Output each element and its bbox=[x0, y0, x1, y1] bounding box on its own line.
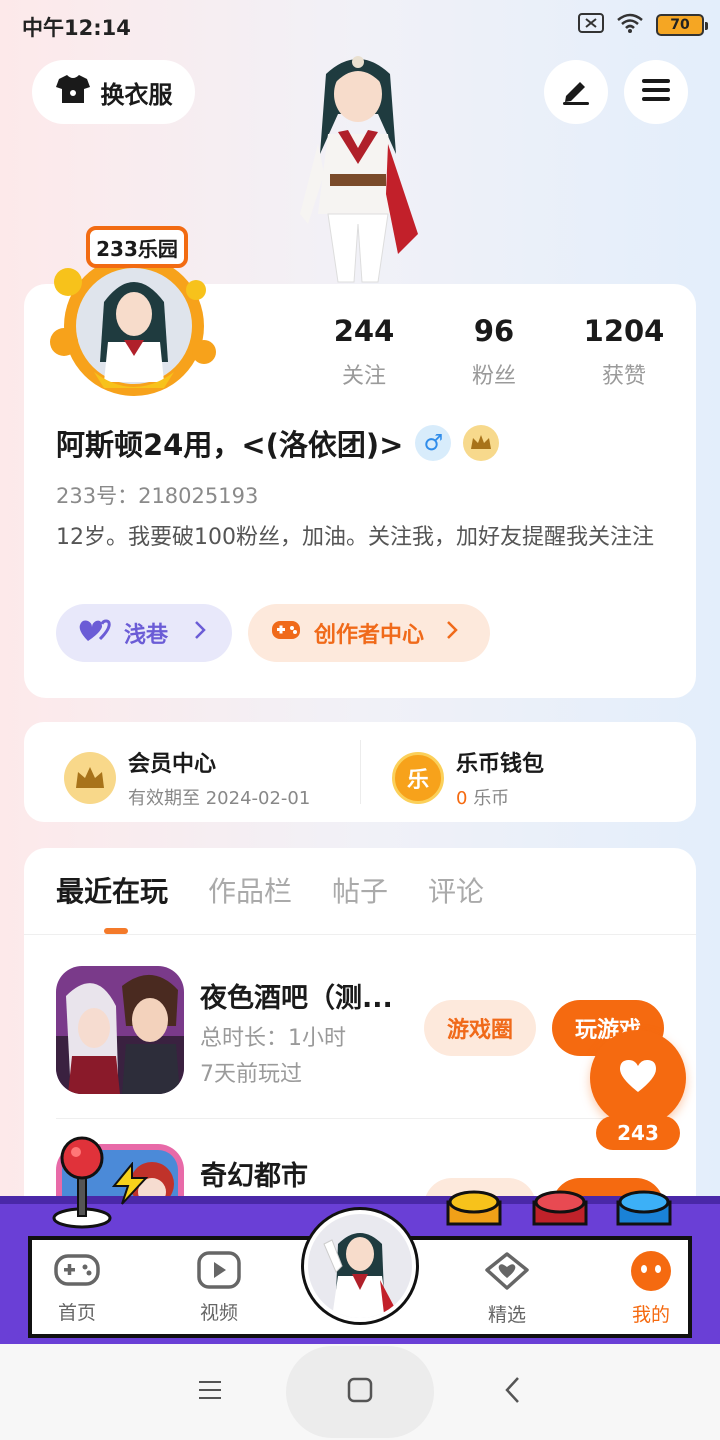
coin-wallet-title: 乐币钱包 bbox=[456, 752, 545, 777]
menu-lines-icon bbox=[197, 1379, 223, 1405]
game-circle-button[interactable]: 游戏圈 bbox=[424, 1000, 536, 1056]
game-last-played: 7天前玩过 bbox=[200, 1062, 302, 1087]
nav-featured-label: 精选 bbox=[487, 1304, 526, 1326]
coin-balance: 0 乐币 bbox=[456, 784, 544, 810]
arcade-button-red-icon bbox=[532, 1186, 588, 1230]
content-tabs: 最近在玩 作品栏 帖子 评论 bbox=[56, 870, 484, 910]
wallet-divider bbox=[360, 740, 361, 804]
profile-avatar[interactable]: 233乐园 bbox=[44, 222, 224, 402]
creator-center-label: 创作者中心 bbox=[314, 623, 425, 648]
battery-indicator: 70 bbox=[656, 14, 708, 36]
coin-icon: 乐 bbox=[392, 752, 444, 804]
coin-amount: 0 bbox=[456, 788, 468, 809]
fans-count: 96 bbox=[473, 314, 515, 348]
play-icon bbox=[196, 1251, 242, 1294]
tabs-divider bbox=[24, 934, 696, 935]
back-button[interactable] bbox=[464, 1344, 560, 1440]
gamepad-icon bbox=[53, 1254, 101, 1294]
home-button[interactable] bbox=[312, 1344, 408, 1440]
chevron-left-icon bbox=[504, 1376, 520, 1408]
diamond-heart-icon bbox=[483, 1252, 531, 1296]
following-label: 关注 bbox=[341, 364, 386, 389]
nav-featured[interactable]: 精选 bbox=[462, 1250, 552, 1327]
avatar-character[interactable] bbox=[278, 44, 438, 284]
nav-video[interactable]: 视频 bbox=[174, 1250, 264, 1325]
stats-row: 244 关注 96 粉丝 1204 获赞 bbox=[304, 314, 684, 390]
status-bar: 中午12:14 70 bbox=[0, 0, 720, 50]
profile-card: 233乐园 244 关注 96 粉丝 1204 获赞 阿斯顿24用，<(洛依团)… bbox=[24, 226, 696, 698]
nav-mine-label: 我的 bbox=[631, 1304, 670, 1326]
center-avatar-button[interactable] bbox=[304, 1210, 416, 1322]
edit-button[interactable] bbox=[544, 60, 608, 124]
pen-icon bbox=[560, 74, 592, 110]
change-outfit-button[interactable]: 换衣服 bbox=[32, 60, 195, 124]
likes-count: 1204 bbox=[583, 314, 665, 348]
wallet-card: 会员中心 有效期至 2024-02-01 乐 乐币钱包 0 乐币 bbox=[24, 722, 696, 822]
member-center[interactable]: 会员中心 有效期至 2024-02-01 bbox=[64, 746, 310, 810]
member-expiry: 有效期至 2024-02-01 bbox=[128, 788, 311, 809]
wifi-icon bbox=[616, 12, 644, 38]
nav-home-label: 首页 bbox=[57, 1302, 96, 1324]
creator-center-button[interactable]: 创作者中心 bbox=[248, 604, 490, 662]
username: 阿斯顿24用，<(洛依团)> bbox=[56, 428, 404, 462]
coin-wallet[interactable]: 乐 乐币钱包 0 乐币 bbox=[392, 746, 544, 810]
status-time: 中午12:14 bbox=[22, 16, 131, 40]
like-count: 243 bbox=[596, 1116, 680, 1150]
game-duration: 总时长：1小时 bbox=[200, 1026, 346, 1051]
menu-button[interactable] bbox=[624, 60, 688, 124]
row-divider bbox=[56, 1118, 664, 1119]
nav-home[interactable]: 首页 bbox=[32, 1250, 122, 1325]
recent-apps-button[interactable] bbox=[162, 1344, 258, 1440]
likes-label: 获赞 bbox=[601, 364, 646, 389]
joystick-icon bbox=[50, 1134, 114, 1230]
status-icons: 70 bbox=[578, 12, 708, 38]
likes-stat[interactable]: 1204 获赞 bbox=[564, 314, 684, 390]
face-icon bbox=[628, 1251, 674, 1296]
nav-mine[interactable]: 我的 bbox=[606, 1250, 696, 1327]
lane-button[interactable]: 浅巷 bbox=[56, 604, 232, 662]
lane-label: 浅巷 bbox=[124, 623, 169, 648]
like-button[interactable] bbox=[590, 1030, 686, 1126]
following-count: 244 bbox=[333, 314, 395, 348]
male-icon: ♂ bbox=[415, 425, 452, 461]
arcade-button-yellow-icon bbox=[446, 1186, 502, 1230]
fans-label: 粉丝 bbox=[471, 364, 516, 389]
shirt-icon bbox=[55, 73, 91, 111]
hamburger-icon bbox=[640, 76, 672, 108]
game-row[interactable]: 夜色酒吧（测... 总时长：1小时 7天前玩过 游戏圈 玩游戏 bbox=[56, 966, 676, 1098]
change-outfit-label: 换衣服 bbox=[100, 80, 173, 109]
frame-badge-label: 233乐园 bbox=[96, 237, 178, 261]
sim-icon bbox=[578, 13, 604, 37]
gamepad-icon bbox=[270, 617, 302, 649]
tab-comments[interactable]: 评论 bbox=[428, 870, 484, 910]
coin-icon-label: 乐 bbox=[406, 768, 429, 793]
username-row: 阿斯顿24用，<(洛依团)> ♂ bbox=[56, 422, 500, 464]
coin-unit: 乐币 bbox=[473, 788, 510, 809]
arcade-button-blue-icon bbox=[616, 1186, 672, 1230]
tab-posts[interactable]: 帖子 bbox=[332, 870, 388, 910]
game-name: 奇幻都市 bbox=[200, 1161, 308, 1192]
tab-recently-played[interactable]: 最近在玩 bbox=[56, 870, 168, 910]
member-center-title: 会员中心 bbox=[128, 752, 217, 777]
bio-text: 12岁。我要破100粉丝，加油。关注我，加好友提醒我关注注 bbox=[56, 525, 654, 550]
crown-icon bbox=[64, 752, 116, 804]
game-name: 夜色酒吧（测... bbox=[200, 983, 393, 1014]
tab-works[interactable]: 作品栏 bbox=[208, 870, 292, 910]
following-stat[interactable]: 244 关注 bbox=[304, 314, 424, 390]
user-id: 233号：218025193 bbox=[56, 484, 259, 508]
fans-stat[interactable]: 96 粉丝 bbox=[434, 314, 554, 390]
crown-icon[interactable] bbox=[463, 425, 500, 461]
heart-icon bbox=[618, 1058, 658, 1098]
square-icon bbox=[347, 1377, 373, 1407]
lightning-icon bbox=[110, 1161, 150, 1210]
nav-video-label: 视频 bbox=[199, 1302, 238, 1324]
chevron-right-icon bbox=[446, 620, 458, 646]
chevron-right-icon bbox=[194, 620, 206, 646]
hearts-icon bbox=[78, 617, 112, 649]
game-icon-night-bar[interactable] bbox=[56, 966, 184, 1094]
